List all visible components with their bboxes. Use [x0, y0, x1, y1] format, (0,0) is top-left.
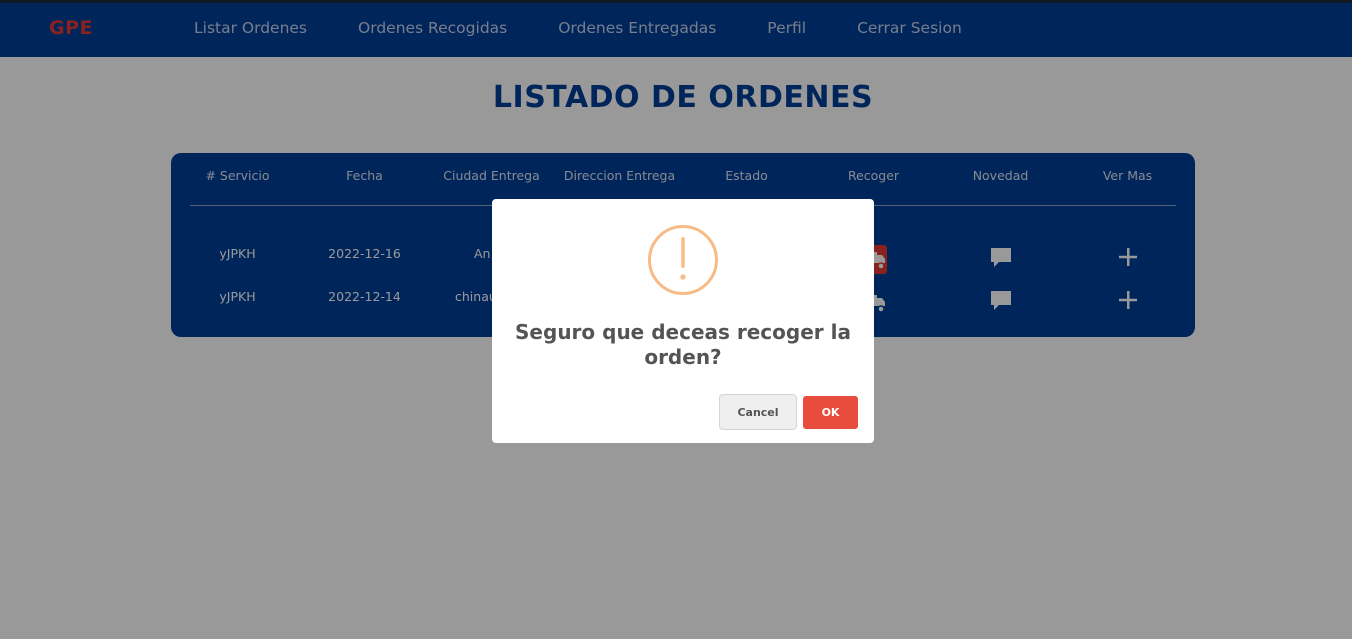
cancel-button[interactable]: Cancel [719, 394, 797, 430]
ok-button[interactable]: OK [803, 396, 858, 429]
dialog-message: Seguro que deceas recoger la orden? [515, 320, 851, 369]
warning-icon [648, 225, 718, 295]
confirm-dialog: Seguro que deceas recoger la orden? Canc… [492, 199, 874, 443]
